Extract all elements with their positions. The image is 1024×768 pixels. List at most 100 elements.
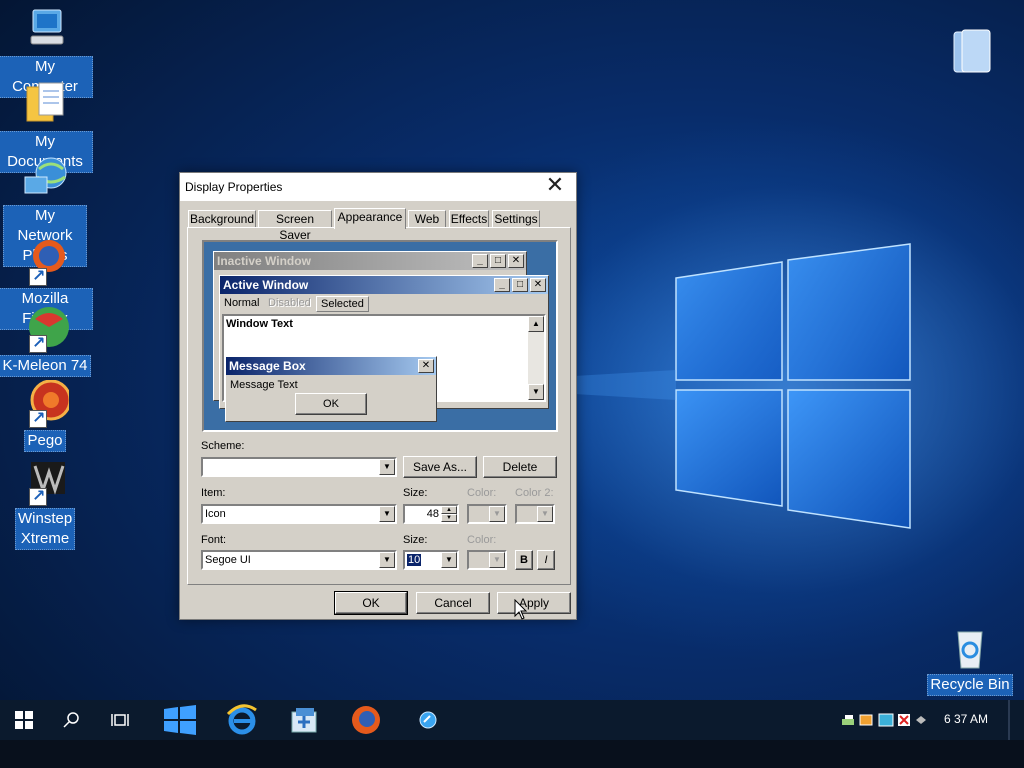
mouse-cursor-icon [514,599,528,620]
item-select[interactable]: Icon ▼ [201,504,397,524]
maximize-icon: □ [512,278,528,292]
appearance-tab-panel: Inactive Window _ □ ✕ Active Window _ □ … [187,227,571,585]
start-icon[interactable] [6,700,42,740]
bold-button[interactable]: B [515,550,533,570]
message-box-ok-button: OK [295,393,367,415]
app-icon[interactable] [876,700,896,740]
windows-logo-icon[interactable] [158,700,202,740]
chevron-down-icon[interactable]: ▼ [441,552,457,568]
close-icon: ✕ [418,359,434,373]
menu-normal: Normal [224,297,260,309]
shortcut-arrow-icon [29,333,47,353]
spin-down-icon[interactable]: ▼ [441,514,457,522]
pego-icon [21,379,72,428]
apply-button[interactable]: Apply [497,592,571,614]
tab-web[interactable]: Web [408,210,446,228]
internet-explorer-icon[interactable] [220,700,264,740]
inactive-window-title: Inactive Window [217,254,311,268]
message-box-title: Message Box [229,359,306,373]
appearance-preview[interactable]: Inactive Window _ □ ✕ Active Window _ □ … [202,240,558,432]
shortcut-arrow-icon [29,266,47,286]
chevron-down-icon: ▼ [489,552,505,568]
preview-menubar: Normal Disabled Selected [220,294,548,312]
chevron-down-icon: ▼ [489,506,505,522]
pego-icon[interactable] [406,700,450,740]
font-size-select[interactable]: 10 ▼ [403,550,459,570]
menu-disabled: Disabled [268,297,311,309]
desktop-icon-label: Pego [24,430,66,452]
chevron-down-icon[interactable]: ▼ [379,506,395,522]
shortcut-arrow-icon [29,486,47,506]
show-desktop-divider[interactable] [1008,700,1010,740]
delete-button[interactable]: Delete [483,456,557,478]
desktop-icon-recycle-bin[interactable]: Recycle Bin [922,624,1018,696]
network-icon[interactable] [840,700,858,740]
screen-bottom-edge [0,740,1024,768]
item-size-label: Size: [403,487,428,499]
font-select[interactable]: Segoe UI ▼ [201,550,397,570]
item-color-label: Color: [467,487,497,499]
window-text: Window Text [226,318,293,330]
italic-button[interactable]: I [537,550,555,570]
font-color-label: Color: [467,534,497,546]
arrow-icon[interactable] [914,700,928,740]
font-value: Segoe UI [205,554,251,566]
chevron-down-icon: ▼ [537,506,553,522]
desktop-icon-winstep-xtreme[interactable]: Winstep Xtreme [0,458,93,550]
desktop-icon-pego[interactable]: Pego [0,379,93,452]
item-label: Item: [201,487,226,499]
k-meleon-icon [21,305,69,353]
active-window-title: Active Window [223,278,309,292]
documents-folder-icon [21,81,69,129]
desktop-icon-label: K-Meleon 74 [0,355,91,377]
save-as-button[interactable]: Save As... [403,456,477,478]
tab-background[interactable]: Background [188,210,256,228]
taskbar-clock[interactable]: 6 37 AM [932,712,1000,726]
inactive-window-caption: Inactive Window _ □ ✕ [214,252,526,270]
font-size-value: 10 [407,554,422,566]
firefox-icon[interactable] [344,700,388,740]
desktop-icon-label: Recycle Bin [927,674,1013,696]
recycle-bin-icon [946,624,994,672]
tab-appearance[interactable]: Appearance [334,208,406,229]
explorer-icon[interactable] [282,700,326,740]
message-box-caption: Message Box ✕ [226,357,436,375]
tab-settings[interactable]: Settings [492,210,540,228]
tab-effects[interactable]: Effects [449,210,489,228]
font-label: Font: [201,534,227,546]
firefox-icon [21,238,69,286]
spin-up-icon[interactable]: ▲ [441,506,457,514]
preview-scrollbar: ▲ ▼ [528,316,544,400]
dialog-title-bar[interactable]: Display Properties ✕ [180,173,576,201]
display-properties-dialog: Display Properties ✕ Background Screen S… [179,172,577,620]
ok-button[interactable]: OK [334,591,408,615]
item-color2-picker: ▼ [515,504,555,524]
winstep-icon [21,458,69,506]
maximize-icon: □ [490,254,506,268]
close-icon[interactable]: ✕ [542,174,568,198]
tab-screen-saver[interactable]: Screen Saver [258,210,332,242]
security-icon[interactable] [896,700,914,740]
dock-stack-icon[interactable] [944,26,998,80]
scheme-select[interactable]: ▼ [201,457,397,477]
font-color-picker: ▼ [467,550,507,570]
dialog-title: Display Properties [185,180,283,194]
message-box-preview: Message Box ✕ Message Text OK [225,356,437,422]
computer-icon [21,6,69,54]
search-icon[interactable] [54,700,90,740]
item-color2-label: Color 2: [515,487,554,499]
chevron-down-icon[interactable]: ▼ [379,552,395,568]
scheme-label: Scheme: [201,440,245,452]
speaker-icon[interactable] [858,700,876,740]
desktop-icon-label: Winstep Xtreme [15,508,75,550]
cancel-button[interactable]: Cancel [416,592,490,614]
minimize-icon: _ [494,278,510,292]
item-size-stepper[interactable]: 48 ▲ ▼ [403,504,459,524]
desktop-icon-k-meleon[interactable]: K-Meleon 74 [0,305,93,377]
message-text: Message Text [230,379,298,391]
task-view-icon[interactable] [102,700,138,740]
close-icon: ✕ [508,254,524,268]
active-window-caption: Active Window _ □ ✕ [220,276,548,294]
close-icon: ✕ [530,278,546,292]
chevron-down-icon[interactable]: ▼ [379,459,395,475]
